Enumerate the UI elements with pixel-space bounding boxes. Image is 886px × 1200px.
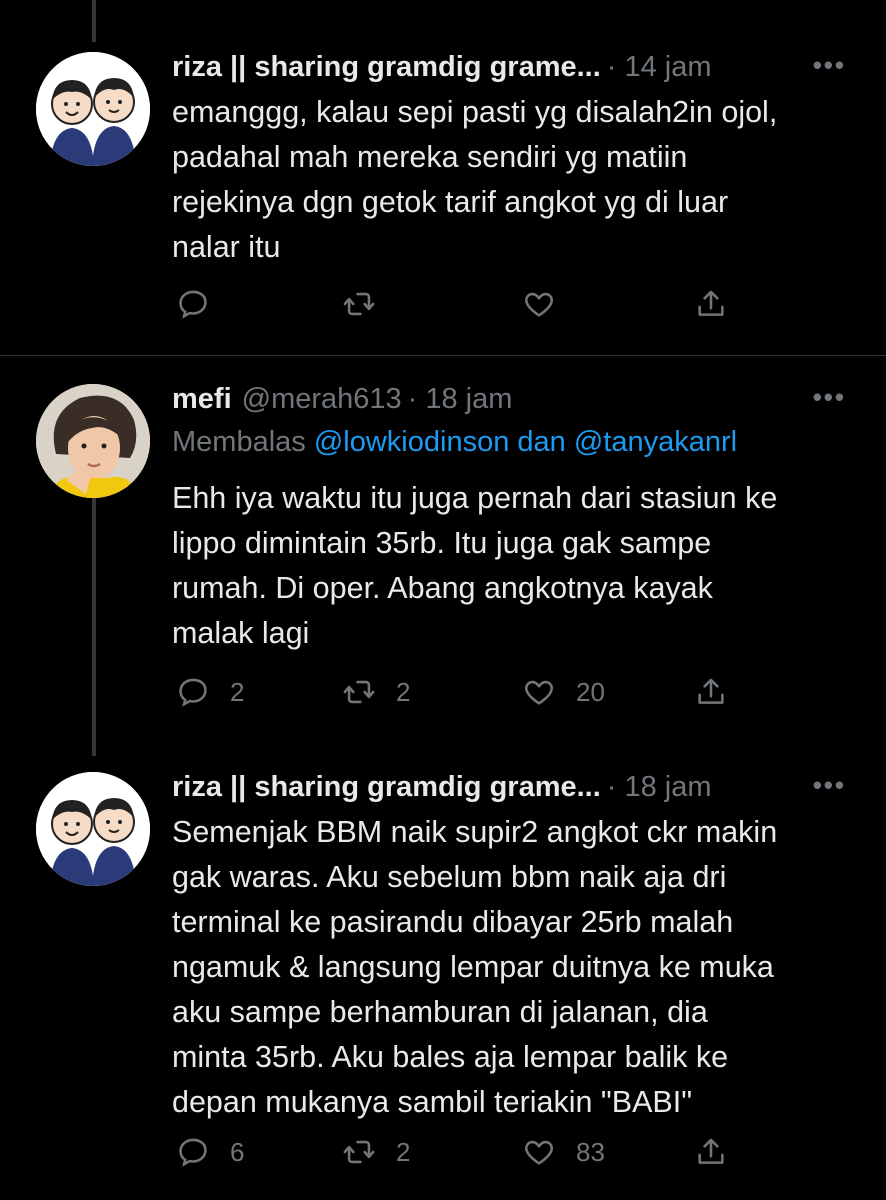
reply-button[interactable]: 2 [176, 672, 244, 712]
like-count: 83 [576, 1136, 605, 1167]
like-icon [525, 292, 553, 317]
like-button[interactable]: 20 [522, 672, 605, 712]
retweet-button[interactable]: 2 [342, 1132, 410, 1172]
timestamp[interactable]: 14 jam [624, 50, 711, 84]
cartoon-avatar-icon [36, 772, 150, 886]
cartoon-avatar-icon [36, 52, 150, 166]
like-icon [525, 680, 553, 705]
reply-count: 6 [230, 1136, 245, 1167]
tweet[interactable]: mefi @merah613 · 18 jam ••• Membalas @lo… [0, 356, 886, 736]
replying-to-label: Membalas [172, 426, 306, 458]
avatar[interactable] [36, 772, 150, 886]
tweet[interactable]: riza || sharing gramdig grame... · 14 ja… [0, 0, 886, 355]
retweet-icon [343, 292, 375, 316]
display-name[interactable]: riza || sharing gramdig grame... [172, 770, 601, 804]
retweet-button[interactable]: 2 [342, 672, 410, 712]
share-icon [698, 290, 724, 316]
display-name[interactable]: riza || sharing gramdig grame... [172, 50, 601, 84]
tweet-text: Ehh iya waktu itu juga pernah dari stasi… [172, 481, 778, 650]
share-button[interactable] [694, 284, 728, 324]
separator-dot: · [606, 51, 617, 83]
reply-icon [179, 678, 207, 707]
share-icon [698, 678, 724, 704]
retweet-count: 2 [396, 676, 411, 707]
reply-icon [179, 1138, 207, 1167]
like-button[interactable] [522, 284, 576, 324]
reply-button[interactable] [176, 284, 230, 324]
tweet-text: emanggg, kalau sepi pasti yg disalah2in … [172, 95, 778, 264]
tweet-text: Semenjak BBM naik supir2 angkot ckr maki… [172, 815, 778, 1119]
replying-to: Membalas @lowkiodinson dan @tanyakanrl [172, 422, 846, 462]
separator-dot: · [407, 383, 418, 415]
user-handle[interactable]: @merah613 [242, 382, 402, 416]
like-count: 20 [576, 676, 605, 707]
reply-button[interactable]: 6 [176, 1132, 244, 1172]
retweet-icon [343, 680, 375, 704]
mention-link[interactable]: @lowkiodinson dan @tanyakanrl [314, 426, 737, 458]
display-name[interactable]: mefi [172, 382, 232, 416]
retweet-button[interactable] [342, 284, 396, 324]
more-icon[interactable]: ••• [813, 382, 846, 413]
share-icon [698, 1138, 724, 1164]
like-icon [525, 1140, 553, 1165]
like-button[interactable]: 83 [522, 1132, 605, 1172]
separator-dot: · [606, 771, 617, 803]
timestamp[interactable]: 18 jam [624, 770, 711, 804]
retweet-count: 2 [396, 1136, 411, 1167]
timestamp[interactable]: 18 jam [425, 382, 512, 416]
reply-icon [179, 290, 207, 319]
share-button[interactable] [694, 1132, 728, 1172]
share-button[interactable] [694, 672, 728, 712]
avatar[interactable] [36, 384, 150, 498]
avatar[interactable] [36, 52, 150, 166]
more-icon[interactable]: ••• [813, 770, 846, 801]
reply-count: 2 [230, 676, 245, 707]
more-icon[interactable]: ••• [813, 50, 846, 81]
tweet[interactable]: riza || sharing gramdig grame... · 18 ja… [0, 736, 886, 1200]
photo-avatar-icon [36, 384, 150, 498]
retweet-icon [343, 1140, 375, 1164]
